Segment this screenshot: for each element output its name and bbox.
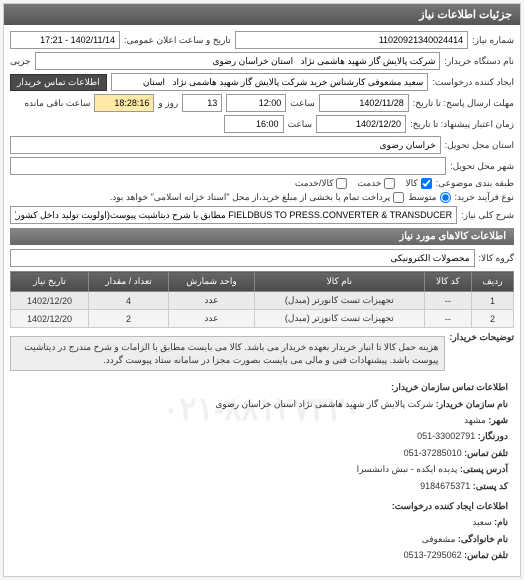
creator-family-value: مشعوفی <box>422 534 456 544</box>
chk-payment-note[interactable]: پرداخت تمام یا بخشی از مبلغ خرید،از محل … <box>110 192 404 203</box>
goods-group-label: گروه کالا: <box>479 253 514 264</box>
creator-section-title: اطلاعات ایجاد کننده درخواست: <box>392 501 508 511</box>
panel-title: جزئیات اطلاعات نیاز <box>4 4 520 25</box>
validity-time-label: ساعت <box>288 119 313 130</box>
creator-phone-value: 7295062-0513 <box>404 550 462 560</box>
th-3: واحد شمارش <box>169 272 255 292</box>
table-cell: تجهیزات تست کانورتر (مبدل) <box>254 292 424 310</box>
details-panel: جزئیات اطلاعات نیاز شماره نیاز: تاریخ و … <box>3 3 521 577</box>
table-cell: 1402/12/20 <box>11 310 89 328</box>
classify-group: کالا خدمت کالا/خدمت <box>295 178 432 189</box>
delivery-state-input[interactable] <box>10 136 441 154</box>
creator-family-label: نام خانوادگی: <box>458 534 508 544</box>
deadline-label: مهلت ارسال پاسخ: تا تاریخ: <box>413 98 514 109</box>
key-input[interactable] <box>10 206 457 224</box>
fax-label: تلفن تماس: <box>464 448 508 458</box>
fax-value: 37285010-051 <box>404 448 462 458</box>
deadline-date-input[interactable] <box>319 94 409 112</box>
table-row: 1--تجهیزات تست کانورتر (مبدل)عدد41402/12… <box>11 292 514 310</box>
table-cell: 1 <box>471 292 513 310</box>
table-cell: عدد <box>169 310 255 328</box>
table-row: 2--تجهیزات تست کانورتر (مبدل)عدد21402/12… <box>11 310 514 328</box>
table-cell: -- <box>424 310 471 328</box>
goods-group-input[interactable] <box>10 249 475 267</box>
switch-value: 33002791-051 <box>417 431 475 441</box>
goods-table: ردیف کد کالا نام کالا واحد شمارش تعداد /… <box>10 271 514 328</box>
validity-label: زمان اعتبار پیشنهاد: تا تاریخ: <box>410 119 514 130</box>
th-5: تاریخ نیاز <box>11 272 89 292</box>
device-label: نام دستگاه خریدار: <box>444 56 514 67</box>
chk-service[interactable]: خدمت <box>357 178 395 189</box>
rb-medium-input[interactable] <box>440 192 451 203</box>
key-label: شرح کلی نیاز: <box>461 210 514 221</box>
chk-servicegoods[interactable]: کالا/خدمت <box>295 178 348 189</box>
chk-service-input[interactable] <box>384 178 395 189</box>
req-number-label: شماره نیاز: <box>472 35 514 46</box>
announce-label: تاریخ و ساعت اعلان عمومی: <box>124 35 231 46</box>
deadline-time-input[interactable] <box>226 94 286 112</box>
creator-phone-label: تلفن تماس: <box>464 550 508 560</box>
notes-label: توضیحات خریدار: <box>449 332 514 343</box>
creator-input[interactable] <box>111 73 429 91</box>
th-0: ردیف <box>471 272 513 292</box>
purchase-type-label: نوع فرآیند خرید: <box>455 192 515 203</box>
deadline-time-label: ساعت <box>290 98 315 109</box>
days-label: روز و <box>158 98 178 109</box>
table-header-row: ردیف کد کالا نام کالا واحد شمارش تعداد /… <box>11 272 514 292</box>
th-1: کد کالا <box>424 272 471 292</box>
address-label: آدرس پستی: <box>460 464 508 474</box>
th-4: تعداد / مقدار <box>89 272 169 292</box>
validity-time-input[interactable] <box>224 115 284 133</box>
city-label: شهر: <box>488 415 508 425</box>
days-input[interactable] <box>182 94 222 112</box>
city-value: مشهد <box>464 415 486 425</box>
table-cell: 1402/12/20 <box>11 292 89 310</box>
notes-box: هزینه حمل کالا تا انبار خریدار بعهده خری… <box>10 336 445 371</box>
req-number-input[interactable] <box>235 31 468 49</box>
table-cell: تجهیزات تست کانورتر (مبدل) <box>254 310 424 328</box>
creator-name-value: سعید <box>472 517 491 527</box>
partial-label: جزیی <box>10 56 31 67</box>
form-area: شماره نیاز: تاریخ و ساعت اعلان عمومی: نا… <box>4 25 520 576</box>
contact-section-title: اطلاعات تماس سازمان خریدار: <box>391 382 508 392</box>
switch-label: دورنگار: <box>478 431 508 441</box>
table-cell: -- <box>424 292 471 310</box>
org-label: نام سازمان خریدار: <box>436 399 508 409</box>
remain-input[interactable] <box>94 94 154 112</box>
table-cell: 4 <box>89 292 169 310</box>
chk-servicegoods-input[interactable] <box>336 178 347 189</box>
table-cell: 2 <box>89 310 169 328</box>
th-2: نام کالا <box>254 272 424 292</box>
device-input[interactable] <box>35 52 441 70</box>
delivery-city-label: شهر محل تحویل: <box>450 161 514 172</box>
delivery-city-input[interactable] <box>10 157 446 175</box>
announce-input[interactable] <box>10 31 120 49</box>
chk-goods-input[interactable] <box>421 178 432 189</box>
creator-name-label: نام: <box>494 517 508 527</box>
contact-section: ۰۲۱-۸۸۱۲۷۳۲۰ اطلاعات تماس سازمان خریدار:… <box>10 374 514 570</box>
table-cell: 2 <box>471 310 513 328</box>
postal-value: 9184675371 <box>420 481 470 491</box>
remain-label: ساعت باقی مانده <box>24 98 90 109</box>
goods-section-title: اطلاعات کالاهای مورد نیاز <box>10 228 514 245</box>
chk-goods[interactable]: کالا <box>405 178 431 189</box>
delivery-state-label: استان محل تحویل: <box>445 140 514 151</box>
validity-date-input[interactable] <box>316 115 406 133</box>
chk-payment-input[interactable] <box>393 192 404 203</box>
classify-label: طبقه بندی موضوعی: <box>436 178 514 189</box>
creator-label: ایجاد کننده درخواست: <box>432 77 514 88</box>
table-cell: عدد <box>169 292 255 310</box>
postal-label: کد پستی: <box>473 481 508 491</box>
org-value: شرکت پالایش گاز شهید هاشمی نژاد استان خر… <box>215 399 433 409</box>
contact-buyer-button[interactable]: اطلاعات تماس خریدار <box>10 74 107 91</box>
rb-medium[interactable]: متوسط <box>408 192 450 203</box>
address-value: پدیده ایکده - نبش دانشسرا <box>357 464 458 474</box>
